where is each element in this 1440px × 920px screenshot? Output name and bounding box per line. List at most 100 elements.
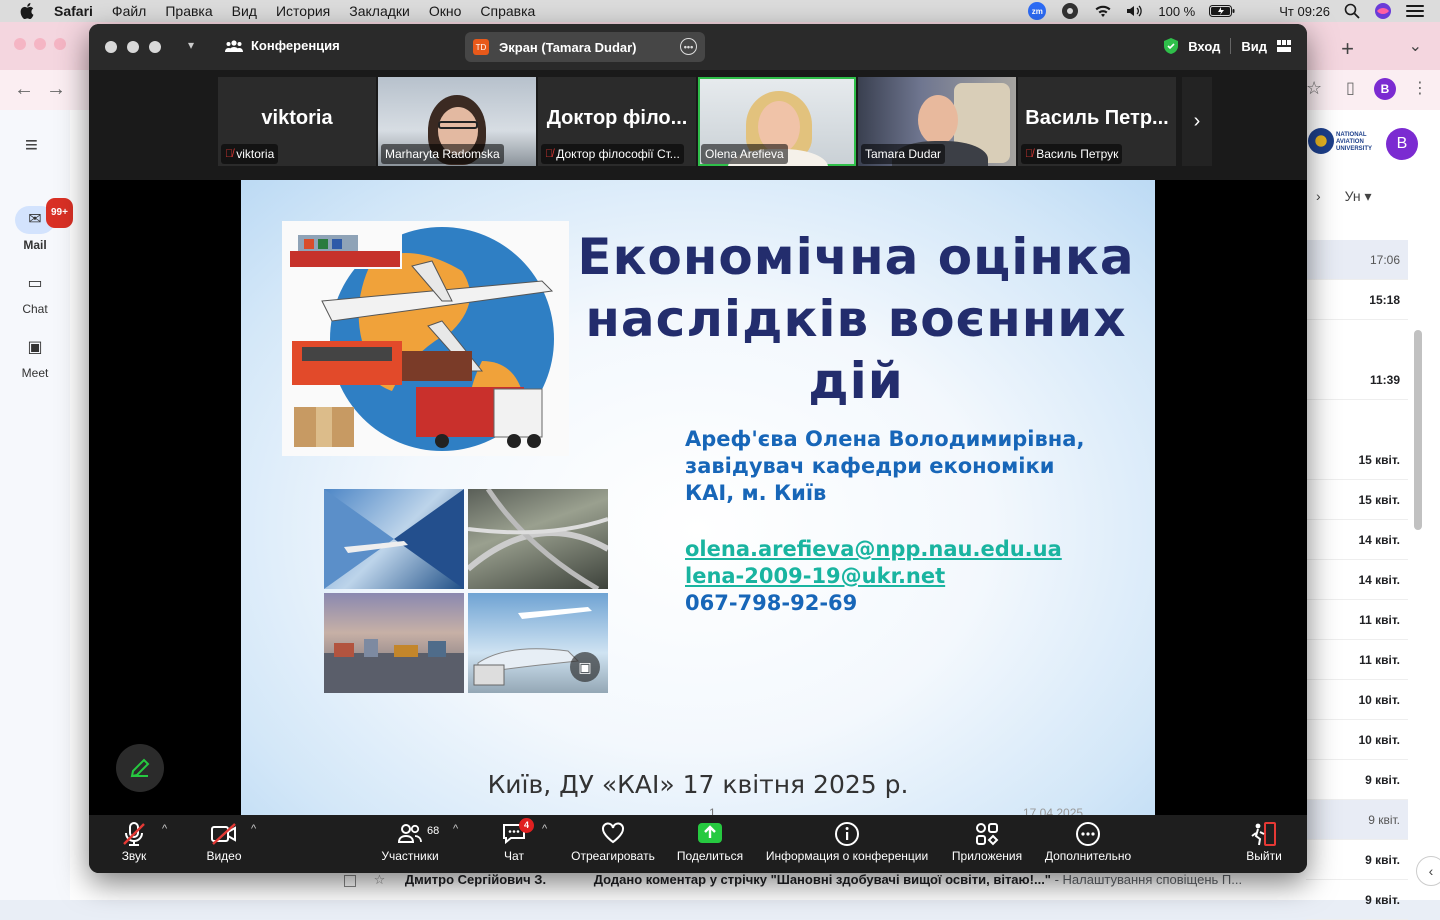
- message-row[interactable]: 11:39: [1306, 360, 1408, 400]
- encryption-shield-icon[interactable]: [1164, 38, 1179, 54]
- participants-options-caret-icon[interactable]: ^: [453, 823, 458, 835]
- chat-options-caret-icon[interactable]: ^: [542, 823, 547, 835]
- message-row[interactable]: 10 квіт.: [1306, 720, 1408, 760]
- participant-tile[interactable]: Marharyta Radomska: [378, 77, 536, 166]
- menu-edit[interactable]: Правка: [165, 3, 212, 19]
- annotate-pencil-button[interactable]: [116, 744, 164, 792]
- bottom-message-row[interactable]: ☆ Дмитро Сергійович З. Додано коментар у…: [330, 872, 1306, 900]
- contact-email-secondary[interactable]: lena-2009-19@ukr.net: [685, 563, 1125, 590]
- participant-strip-next-icon[interactable]: ›: [1182, 77, 1212, 166]
- message-row[interactable]: 9 квіт.: [1306, 800, 1408, 840]
- message-row[interactable]: 9 квіт.: [1306, 760, 1408, 800]
- apps-button[interactable]: Приложения: [949, 815, 1025, 873]
- apple-icon[interactable]: [20, 3, 34, 19]
- participant-tile[interactable]: Василь Петр... 🎙̸ Василь Петрук: [1018, 77, 1176, 166]
- message-row[interactable]: 15:18: [1306, 280, 1408, 320]
- account-avatar[interactable]: B: [1386, 128, 1418, 160]
- control-center-icon[interactable]: [1406, 4, 1424, 18]
- zoom-status-icon[interactable]: zm: [1028, 2, 1047, 20]
- video-button[interactable]: Видео: [201, 815, 247, 873]
- menu-window[interactable]: Окно: [429, 3, 462, 19]
- siri-icon[interactable]: [1374, 2, 1392, 20]
- video-options-caret-icon[interactable]: ^: [251, 823, 256, 835]
- message-time: 9 квіт.: [1368, 813, 1400, 827]
- battery-icon[interactable]: [1209, 5, 1235, 17]
- author-name: Ареф'єва Олена Володимирівна,: [685, 427, 1085, 451]
- shared-screen-pill[interactable]: TD Экран (Tamara Dudar) •••: [465, 32, 705, 62]
- participants-button[interactable]: Участники: [375, 815, 445, 873]
- leave-meeting-button[interactable]: Выйти: [1241, 815, 1287, 873]
- audio-button[interactable]: Звук: [113, 815, 155, 873]
- participant-video-strip: viktoria 🎙̸ viktoria Marharyta Radomska Д…: [218, 77, 1212, 166]
- message-row[interactable]: 15 квіт.: [1306, 480, 1408, 520]
- volume-icon[interactable]: [1126, 4, 1144, 18]
- rail-mail[interactable]: ✉ 99+ Mail: [0, 198, 73, 252]
- message-row[interactable]: 9 квіт.: [1306, 840, 1408, 880]
- bookmark-star-icon[interactable]: ☆: [1306, 78, 1322, 99]
- rail-chat[interactable]: ▭ Chat: [0, 270, 70, 316]
- traffic-light-close[interactable]: [14, 38, 26, 50]
- zoom-close-dot[interactable]: [105, 41, 117, 53]
- browser-menu-kebab-icon[interactable]: ⋮: [1412, 78, 1428, 98]
- audio-options-caret-icon[interactable]: ^: [162, 823, 167, 835]
- sign-in-button[interactable]: Вход: [1188, 39, 1220, 54]
- tab-list-chevron-icon[interactable]: ⌄: [1409, 36, 1422, 56]
- participant-caption: Tamara Dudar: [861, 144, 946, 164]
- message-row[interactable]: 14 квіт.: [1306, 520, 1408, 560]
- menubar-clock[interactable]: Чт 09:26: [1279, 4, 1330, 19]
- contact-email-primary[interactable]: olena.arefieva@npp.nau.edu.ua: [685, 536, 1125, 563]
- participant-tile[interactable]: Доктор філо... 🎙̸ Доктор філософії Ст...: [538, 77, 696, 166]
- react-label: Отреагировать: [571, 849, 655, 863]
- collapse-panel-button[interactable]: ‹: [1416, 856, 1440, 886]
- react-button[interactable]: Отреагировать: [567, 815, 659, 873]
- menu-view[interactable]: Вид: [232, 3, 257, 19]
- participant-tile[interactable]: Tamara Dudar: [858, 77, 1016, 166]
- share-options-more-icon[interactable]: •••: [680, 38, 697, 55]
- browser-profile-avatar[interactable]: B: [1374, 78, 1396, 100]
- menu-file[interactable]: Файл: [112, 3, 146, 19]
- spotlight-search-icon[interactable]: [1344, 3, 1360, 19]
- sidebar-toggle-icon[interactable]: ▯: [1346, 78, 1355, 98]
- message-row[interactable]: 9 квіт.: [1306, 880, 1408, 920]
- grid-view-icon[interactable]: [1277, 40, 1291, 52]
- back-arrow-icon[interactable]: ←: [14, 78, 34, 101]
- message-row[interactable]: 11 квіт.: [1306, 600, 1408, 640]
- zoom-maximize-dot[interactable]: [149, 41, 161, 53]
- wifi-icon[interactable]: [1094, 4, 1112, 18]
- participants-label: Участники: [381, 849, 439, 863]
- row-checkbox[interactable]: [344, 874, 356, 887]
- screen-share-status-icon[interactable]: [1060, 2, 1080, 20]
- image-expand-icon[interactable]: ▣: [570, 652, 600, 682]
- message-row[interactable]: 17:06: [1306, 240, 1408, 280]
- new-tab-plus-icon[interactable]: +: [1341, 36, 1354, 62]
- message-row[interactable]: 15 квіт.: [1306, 440, 1408, 480]
- message-row[interactable]: 11 квіт.: [1306, 640, 1408, 680]
- meeting-info-button[interactable]: Информация о конференции: [761, 815, 933, 873]
- share-screen-button[interactable]: Поделиться: [675, 815, 745, 873]
- message-list-scrollbar[interactable]: [1414, 330, 1422, 530]
- view-button[interactable]: Вид: [1241, 39, 1267, 54]
- message-row[interactable]: 10 квіт.: [1306, 680, 1408, 720]
- message-row[interactable]: 14 квіт.: [1306, 560, 1408, 600]
- next-page-chevron-icon[interactable]: ›: [1316, 188, 1321, 204]
- zoom-minimize-dot[interactable]: [127, 41, 139, 53]
- language-column-header[interactable]: Ун: [1345, 188, 1361, 204]
- menu-bookmarks[interactable]: Закладки: [349, 3, 410, 19]
- traffic-light-minimize[interactable]: [34, 38, 46, 50]
- dropdown-caret-icon[interactable]: ▾: [1364, 188, 1371, 204]
- participant-tile[interactable]: viktoria 🎙̸ viktoria: [218, 77, 376, 166]
- forward-arrow-icon[interactable]: →: [46, 78, 66, 101]
- more-button[interactable]: Дополнительно: [1041, 815, 1135, 873]
- collage-photo-airport: [324, 489, 464, 589]
- menu-app-safari[interactable]: Safari: [54, 3, 93, 19]
- traffic-light-zoom[interactable]: [54, 38, 66, 50]
- participant-tile-active[interactable]: Olena Arefieva: [698, 77, 856, 166]
- menu-history[interactable]: История: [276, 3, 330, 19]
- hamburger-menu-icon[interactable]: ≡: [25, 132, 38, 158]
- rail-meet[interactable]: ▣ Meet: [0, 334, 70, 380]
- zoom-meeting-toolbar: Звук ^ Видео ^ Участники 68 ^ Чат 4 ^ От…: [89, 815, 1307, 873]
- row-star-icon[interactable]: ☆: [374, 872, 386, 887]
- zoom-window-menu-chevron-icon[interactable]: ▾: [188, 38, 194, 52]
- menu-help[interactable]: Справка: [480, 3, 535, 19]
- ukraine-flag-input-icon[interactable]: [1249, 5, 1265, 17]
